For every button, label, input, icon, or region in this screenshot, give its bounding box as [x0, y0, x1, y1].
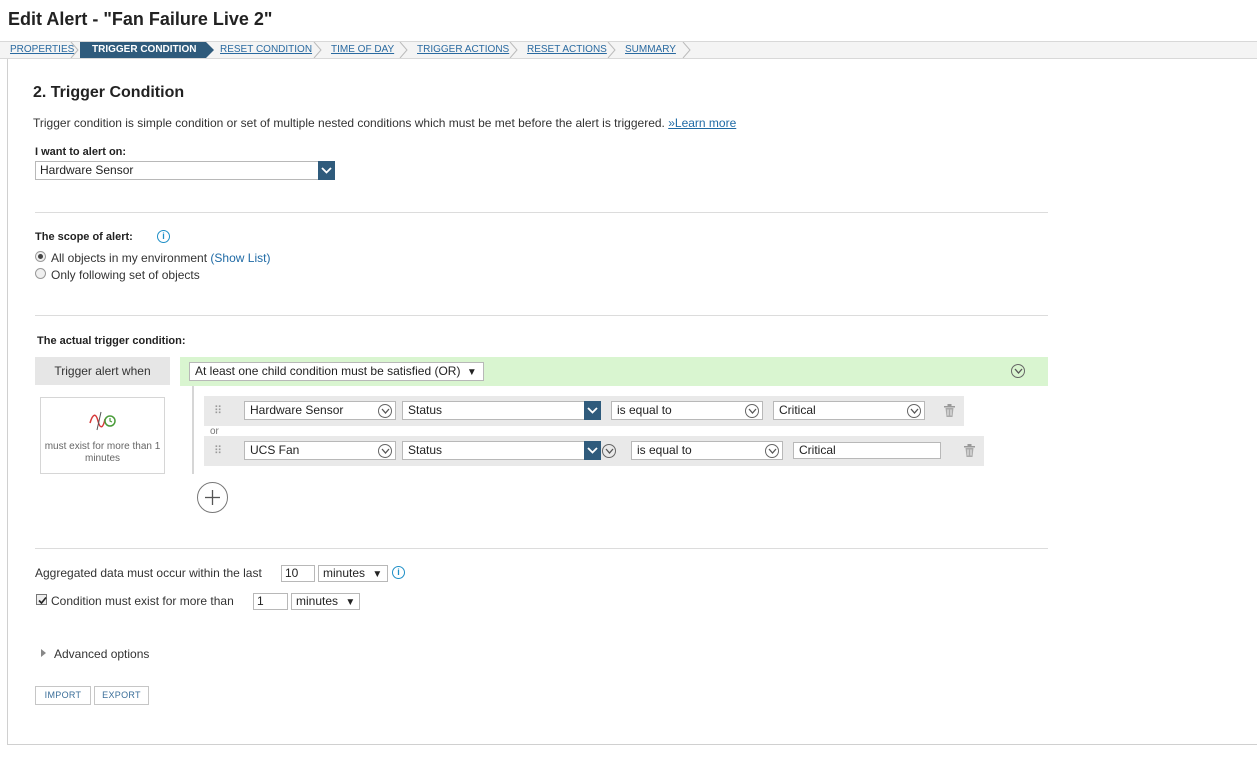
scope-following-radio[interactable] [35, 268, 46, 279]
add-condition-button[interactable] [197, 482, 228, 513]
divider [35, 212, 1048, 213]
chevron-right-icon [682, 42, 691, 58]
logic-value: At least one child condition must be sat… [195, 364, 461, 378]
step-time-of-day[interactable]: TIME OF DAY [321, 42, 394, 58]
drag-handle-icon[interactable]: ⠿ [214, 444, 222, 457]
exist-checkbox[interactable] [36, 594, 47, 605]
field-select[interactable]: Status [402, 401, 601, 420]
wizard-steps: PROPERTIES TRIGGER CONDITION RESET CONDI… [0, 41, 1257, 59]
description-text: Trigger condition is simple condition or… [33, 116, 665, 130]
logic-select[interactable]: At least one child condition must be sat… [189, 362, 484, 381]
step-properties[interactable]: PROPERTIES [0, 42, 74, 58]
condition-value: Critical [799, 443, 836, 457]
info-icon[interactable]: i [392, 566, 405, 579]
trash-icon[interactable] [964, 444, 975, 457]
operator-select[interactable]: is equal to [631, 441, 783, 460]
learn-more-link[interactable]: »Learn more [668, 116, 736, 130]
field-value: Status [408, 403, 443, 417]
aggregation-label: Aggregated data must occur within the la… [35, 566, 262, 580]
condition-group-header: At least one child condition must be sat… [180, 357, 1048, 386]
scope-label: The scope of alert: [35, 231, 133, 243]
aggregation-value-input[interactable]: 10 [281, 565, 315, 582]
import-button[interactable]: IMPORT [35, 686, 91, 705]
step-reset-actions[interactable]: RESET ACTIONS [517, 42, 607, 58]
export-button[interactable]: EXPORT [94, 686, 149, 705]
chevron-down-icon [318, 161, 335, 180]
field-value: Status [408, 443, 443, 457]
advanced-options-toggle[interactable]: Advanced options [54, 647, 149, 661]
checkmark-icon [38, 596, 47, 605]
dropdown-arrow-icon: ▼ [466, 367, 477, 378]
chevron-down-icon [378, 444, 392, 458]
operator-value: is equal to [637, 443, 692, 457]
alert-on-value: Hardware Sensor [40, 163, 134, 177]
trigger-when-label: Trigger alert when [35, 357, 170, 385]
operator-value: is equal to [617, 403, 672, 417]
condition-row: ⠿ UCS Fan Status is equal to Critical [204, 436, 984, 466]
object-value: UCS Fan [250, 443, 300, 457]
exist-label: Condition must exist for more than [51, 594, 234, 608]
operator-select[interactable]: is equal to [611, 401, 763, 420]
drag-handle-icon[interactable]: ⠿ [214, 404, 222, 417]
alert-on-select[interactable]: Hardware Sensor [35, 161, 335, 180]
scope-all-radio[interactable] [35, 251, 46, 262]
dropdown-arrow-icon: ▼ [372, 569, 383, 580]
page-title: Edit Alert - "Fan Failure Live 2" [8, 9, 273, 29]
trigger-condition-label: The actual trigger condition: [37, 335, 186, 347]
divider [35, 315, 1048, 316]
info-icon[interactable]: i [157, 230, 170, 243]
chevron-down-icon [584, 401, 601, 420]
section-description: Trigger condition is simple condition or… [33, 116, 736, 130]
chevron-down-icon [907, 404, 921, 418]
aggregation-unit-value: minutes [323, 566, 366, 580]
divider [35, 548, 1048, 549]
collapse-chevron-icon[interactable] [1011, 364, 1025, 378]
value-input[interactable]: Critical [793, 442, 941, 459]
waveform-icon [89, 411, 116, 431]
section-title: 2. Trigger Condition [33, 84, 185, 101]
value-select[interactable]: Critical [773, 401, 925, 420]
dropdown-arrow-icon: ▼ [345, 597, 356, 608]
chevron-down-icon [584, 441, 601, 460]
chevron-down-icon [765, 444, 779, 458]
exist-value-input[interactable]: 1 [253, 593, 288, 610]
summary-text: must exist for more than 1 minutes [44, 441, 161, 464]
scope-following-label: Only following set of objects [51, 268, 200, 282]
field-select[interactable]: Status [402, 441, 601, 460]
object-select[interactable]: Hardware Sensor [244, 401, 396, 420]
condition-value: Critical [779, 403, 816, 417]
scope-all-text: All objects in my environment [51, 251, 208, 265]
aggregation-unit-select[interactable]: minutes ▼ [318, 565, 388, 582]
exist-unit-select[interactable]: minutes ▼ [291, 593, 360, 610]
object-select[interactable]: UCS Fan [244, 441, 396, 460]
plus-icon [205, 490, 220, 505]
exist-unit-value: minutes [296, 594, 339, 608]
step-trigger-actions[interactable]: TRIGGER ACTIONS [407, 42, 509, 58]
chevron-down-icon [745, 404, 759, 418]
chevron-right-icon [70, 42, 79, 58]
scope-all-label: All objects in my environment (Show List… [51, 251, 270, 265]
alert-on-label: I want to alert on: [35, 146, 127, 158]
step-trigger-condition[interactable]: TRIGGER CONDITION [80, 42, 206, 58]
chevron-down-icon [378, 404, 392, 418]
show-list-link[interactable]: (Show List) [210, 251, 270, 265]
object-value: Hardware Sensor [250, 403, 344, 417]
tree-connector [192, 386, 194, 474]
expand-chevron-icon[interactable] [602, 444, 616, 458]
step-summary[interactable]: SUMMARY [615, 42, 676, 58]
step-reset-condition[interactable]: RESET CONDITION [210, 42, 312, 58]
condition-summary-box: must exist for more than 1 minutes [40, 397, 165, 474]
condition-row: ⠿ Hardware Sensor Status is equal to Cri… [204, 396, 964, 426]
trash-icon[interactable] [944, 404, 955, 417]
expand-triangle-icon[interactable] [41, 649, 46, 657]
